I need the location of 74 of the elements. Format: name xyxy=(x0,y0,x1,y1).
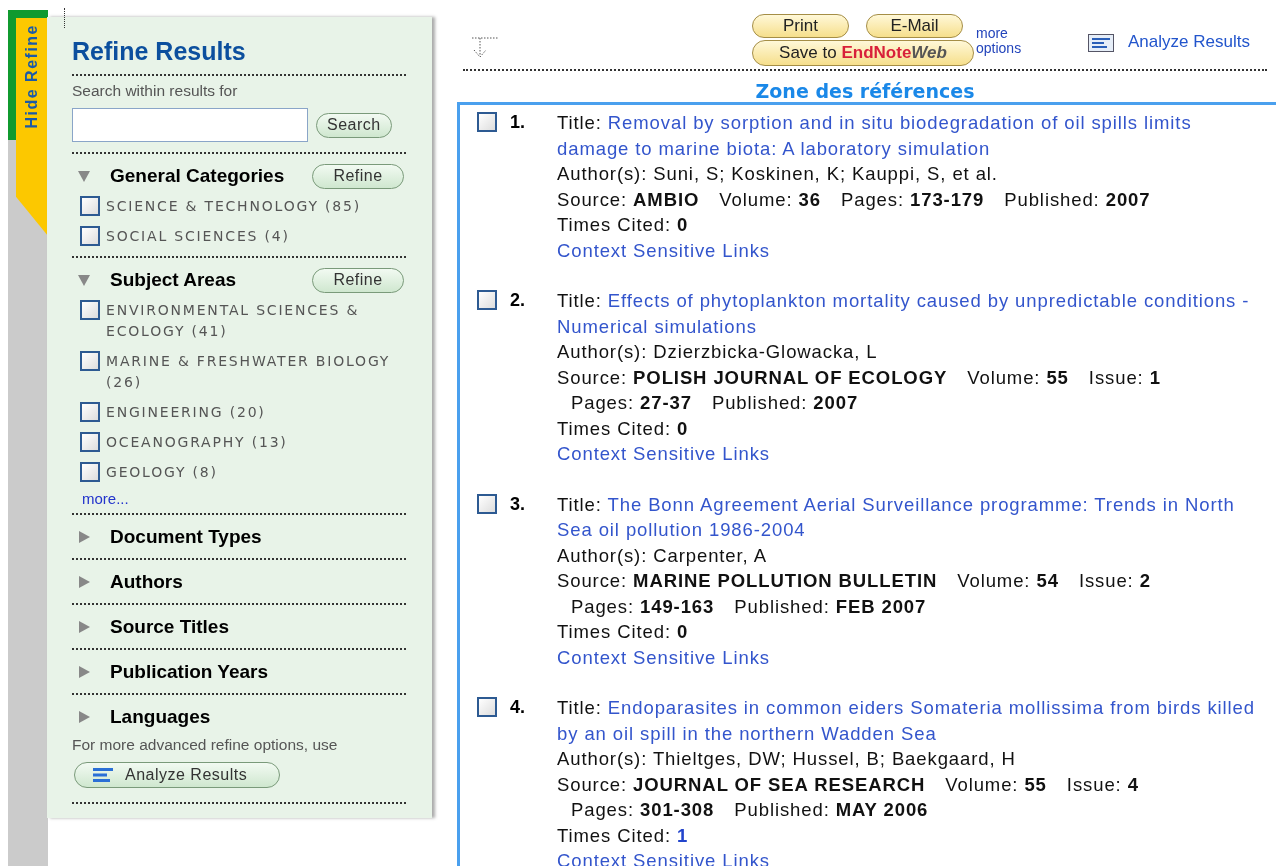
record-title[interactable]: Title: Endoparasites in common eiders Somateria mollissima from birds killed by an oil spill in the northern Wadden Sea xyxy=(557,695,1257,746)
more-link[interactable]: more... xyxy=(82,490,406,507)
group-heading[interactable]: Source Titles xyxy=(110,615,406,638)
expand-triangle-icon[interactable] xyxy=(77,619,91,634)
record-number: 2. xyxy=(510,289,526,312)
group-heading[interactable]: Publication Years xyxy=(110,660,406,683)
group-heading[interactable]: Authors xyxy=(110,570,406,593)
group-heading[interactable]: Languages xyxy=(110,705,406,728)
checkbox[interactable] xyxy=(80,196,100,216)
refine-button[interactable]: Refine xyxy=(312,267,404,293)
checkbox[interactable] xyxy=(477,493,497,514)
group-heading[interactable]: Document Types xyxy=(110,525,406,548)
category-label: ENGINEERING (20) xyxy=(106,403,267,422)
expand-triangle-icon[interactable] xyxy=(77,574,91,589)
analyze-results-button[interactable]: Analyze Results xyxy=(74,762,280,788)
record-title[interactable]: Title: Effects of phytoplankton mortality caused by unpredictable conditions - Numerical simulations xyxy=(557,288,1257,339)
record-number: 1. xyxy=(510,111,526,134)
refine-button[interactable]: Refine xyxy=(312,163,404,189)
context-links[interactable]: Context Sensitive Links xyxy=(557,441,1257,467)
context-links[interactable]: Context Sensitive Links xyxy=(557,644,1257,670)
list-icon[interactable] xyxy=(1088,34,1114,52)
source-text: Source: JOURNAL OF SEA RESEARCH Volume: 55 Issue: 4 Pages: 301-308 Published: MAY 2006 xyxy=(557,772,1140,822)
expand-triangle-icon[interactable] xyxy=(77,709,91,724)
authors-text: Author(s): Suni, S; Koskinen, K; Kauppi, S, et al. xyxy=(557,162,999,186)
checkbox[interactable] xyxy=(477,290,497,310)
search-field[interactable] xyxy=(72,108,308,142)
advanced-text: For more advanced refine options, use xyxy=(72,736,339,754)
analyze-results-link[interactable]: Analyze Results xyxy=(1128,32,1250,52)
group-heading[interactable]: Subject Areas xyxy=(110,269,312,291)
source-text: Source: MARINE POLLUTION BULLETIN Volume: 54 Issue: 2 Pages: 149-163 Published: FEB 2007 xyxy=(557,569,1152,619)
category-label: SCIENCE & TECHNOLOGY (85) xyxy=(106,197,362,216)
print-button[interactable]: Print xyxy=(752,14,849,38)
times-cited-text: Times Cited: 0 xyxy=(557,620,690,644)
category-label: OCEANOGRAPHY (13) xyxy=(106,433,289,452)
collapse-triangle-icon[interactable] xyxy=(77,273,91,287)
category-label: GEOLOGY (8) xyxy=(106,463,219,482)
times-cited-text: Times Cited: 1 xyxy=(557,823,690,848)
checkbox[interactable] xyxy=(477,112,497,132)
dotted-arrow-icon[interactable] xyxy=(470,34,500,60)
times-cited-text: Times Cited: 0 xyxy=(557,213,690,237)
record-title[interactable]: Title: Removal by sorption and in situ biodegradation of oil spills limits damage to marine biota: A laboratory simulation xyxy=(557,110,1257,161)
more-options-link[interactable]: more options xyxy=(976,26,1032,56)
zone-title: Zone des références xyxy=(754,80,976,102)
source-text: Source: AMBIO Volume: 36 Pages: 173-179 Published: 2007 xyxy=(557,187,1152,212)
expand-triangle-icon[interactable] xyxy=(77,664,91,679)
search-button[interactable]: Search xyxy=(316,112,392,138)
checkbox[interactable] xyxy=(80,402,100,422)
record-title[interactable]: Title: The Bonn Agreement Aerial Surveillance programme: Trends in North Sea oil pollution 1986-2004 xyxy=(557,491,1257,543)
category-label: MARINE & FRESHWATER BIOLOGY (26) xyxy=(106,352,392,392)
email-button[interactable]: E-Mail xyxy=(866,14,963,38)
category-label: ENVIRONMENTAL SCIENCES & ECOLOGY (41) xyxy=(106,301,361,341)
panel-title: Refine Results xyxy=(72,37,247,66)
source-text: Source: POLISH JOURNAL OF ECOLOGY Volume: 55 Issue: 1 Pages: 27-37 Published: 2007 xyxy=(557,365,1162,415)
category-label: SOCIAL SCIENCES (4) xyxy=(106,227,291,246)
expand-triangle-icon[interactable] xyxy=(77,529,91,544)
checkbox[interactable] xyxy=(80,351,100,371)
record-number: 3. xyxy=(510,492,526,516)
times-cited-text: Times Cited: 0 xyxy=(557,416,690,441)
hide-refine-tab[interactable]: Hide Refine xyxy=(16,18,48,236)
record-number: 4. xyxy=(510,696,526,719)
save-to-endnote-button[interactable]: Save to EndNoteWeb xyxy=(752,40,974,66)
checkbox[interactable] xyxy=(80,226,100,246)
group-heading[interactable]: General Categories xyxy=(110,165,312,187)
checkbox[interactable] xyxy=(477,697,497,717)
list-icon xyxy=(93,768,113,782)
search-label: Search within results for xyxy=(72,82,239,100)
authors-text: Author(s): Dzierzbicka-Glowacka, L xyxy=(557,340,879,364)
checkbox[interactable] xyxy=(80,462,100,482)
context-links[interactable]: Context Sensitive Links xyxy=(557,237,1257,263)
authors-text: Author(s): Thieltges, DW; Hussel, B; Baekgaard, H xyxy=(557,747,1017,771)
checkbox[interactable] xyxy=(80,432,100,452)
collapse-triangle-icon[interactable] xyxy=(77,169,91,183)
authors-text: Author(s): Carpenter, A xyxy=(557,543,768,568)
checkbox[interactable] xyxy=(80,300,100,320)
